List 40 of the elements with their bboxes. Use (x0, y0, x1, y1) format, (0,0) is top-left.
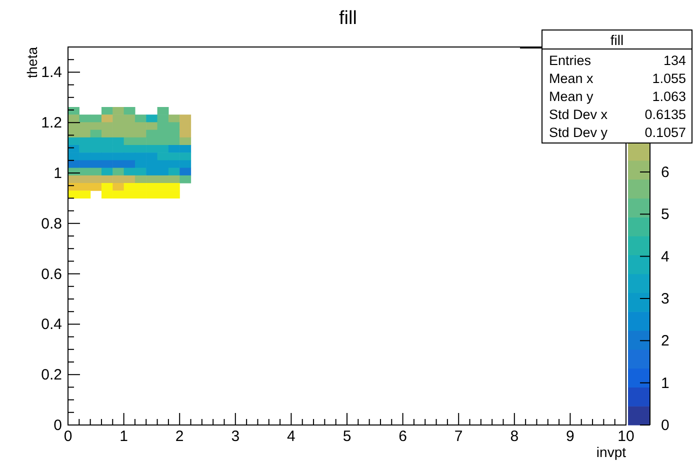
stats-value: 134 (663, 53, 686, 68)
y-tick-label: 1.4 (41, 64, 62, 82)
scale-tick-label: 3 (661, 290, 670, 308)
y-tick-label: 0.2 (41, 366, 62, 384)
x-tick-label: 9 (566, 428, 574, 445)
x-tick-label: 1 (120, 428, 128, 445)
stats-value: 0.6135 (644, 107, 686, 122)
y-tick-label: 0.8 (41, 215, 62, 232)
x-tick-label: 5 (342, 428, 352, 445)
y-tick-label: 0.6 (41, 266, 62, 283)
stats-title: fill (610, 32, 624, 48)
x-tick-label: 8 (510, 428, 519, 445)
stats-label: Std Dev x (549, 107, 608, 122)
stats-value: 1.055 (652, 71, 686, 86)
scale-tick-label: 5 (661, 206, 670, 224)
scale-tick-label: 6 (661, 164, 670, 181)
y-tick-label: 0.4 (41, 316, 62, 334)
x-tick-label: 2 (175, 428, 184, 445)
stats-value: 0.1057 (644, 125, 686, 140)
stats-label: Mean y (549, 89, 594, 104)
y-tick-label: 1.2 (41, 114, 62, 132)
scale-tick-label: 0 (661, 417, 670, 434)
stats-label: Entries (549, 53, 592, 68)
x-tick-label: 3 (231, 428, 240, 445)
x-tick-label: 10 (618, 428, 634, 445)
scale-tick-label: 2 (661, 332, 670, 350)
x-tick-label: 7 (454, 428, 463, 445)
x-tick-label: 4 (287, 428, 296, 445)
y-tick-label: 1 (54, 165, 62, 182)
y-axis-title: theta (24, 47, 40, 78)
stats-label: Std Dev y (549, 125, 608, 140)
x-tick-label: 6 (398, 428, 407, 445)
y-tick-label: 0 (54, 417, 62, 434)
stats-label: Mean x (549, 71, 594, 86)
x-tick-label: 0 (64, 428, 72, 445)
scale-tick-label: 4 (661, 248, 670, 266)
x-axis-title: invpt (596, 444, 626, 460)
scale-tick-label: 1 (661, 374, 670, 392)
plot-title: fill (339, 8, 357, 29)
stats-value: 1.063 (652, 89, 686, 104)
